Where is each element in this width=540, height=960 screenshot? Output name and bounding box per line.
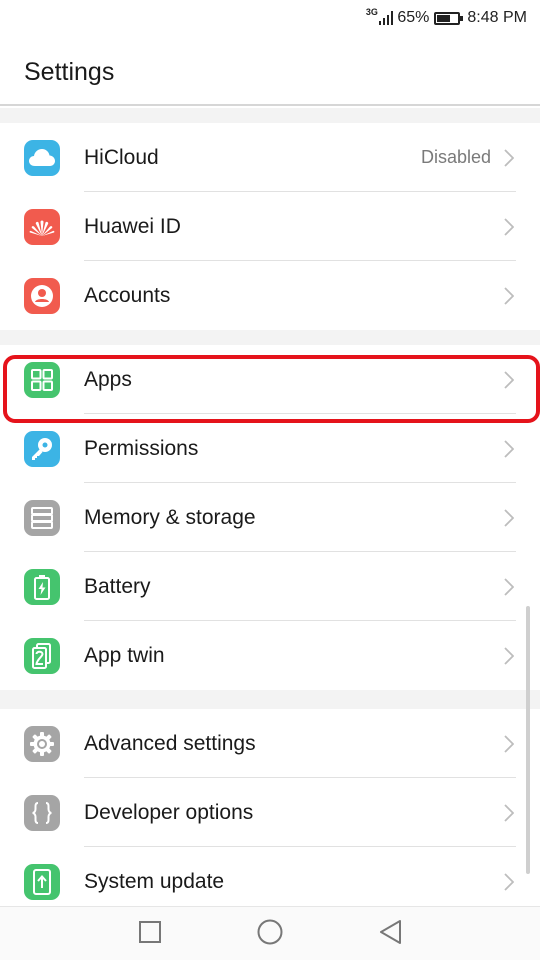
- scrollbar[interactable]: [526, 606, 530, 874]
- chevron-right-icon: [502, 803, 516, 823]
- recents-button[interactable]: [135, 919, 165, 949]
- settings-item-apps[interactable]: Apps: [0, 345, 540, 414]
- square-icon: [139, 920, 161, 948]
- chevron-right-icon: [502, 439, 516, 459]
- settings-item-label: App twin: [84, 643, 165, 667]
- triangle-back-icon: [378, 919, 402, 950]
- home-button[interactable]: [255, 919, 285, 949]
- chevron-right-icon: [502, 217, 516, 237]
- settings-item-app-twin[interactable]: App twin: [0, 621, 540, 690]
- clock: 8:48 PM: [467, 9, 527, 26]
- settings-item-hicloud[interactable]: HiCloud Disabled: [0, 123, 540, 192]
- status-battery-icon: [434, 11, 464, 25]
- settings-list[interactable]: HiCloud Disabled Huawei ID Accounts Apps…: [0, 108, 540, 906]
- back-button[interactable]: [375, 919, 405, 949]
- grid-apps-icon: [24, 361, 60, 398]
- signal-icon: [378, 11, 394, 25]
- status-bar: 3G 65% 8:48 PM: [0, 0, 540, 36]
- settings-item-label: Developer options: [84, 800, 254, 824]
- chevron-right-icon: [502, 577, 516, 597]
- settings-item-system-update[interactable]: System update: [0, 847, 540, 906]
- settings-item-label: Accounts: [84, 283, 171, 307]
- settings-item-accounts[interactable]: Accounts: [0, 261, 540, 330]
- battery-percent: 65%: [397, 9, 430, 26]
- group-spacer: [0, 330, 540, 345]
- app-twin-icon: [24, 637, 60, 674]
- gear-icon: [24, 725, 60, 762]
- braces-icon: [24, 794, 60, 831]
- title-bar: Settings: [0, 36, 540, 106]
- huawei-logo-icon: [24, 208, 60, 245]
- settings-item-huawei-id[interactable]: Huawei ID: [0, 192, 540, 261]
- settings-item-label: Permissions: [84, 436, 199, 460]
- chevron-right-icon: [502, 646, 516, 666]
- settings-item-value: Disabled: [420, 147, 491, 167]
- circle-icon: [257, 919, 283, 950]
- cloud-icon: [24, 139, 60, 176]
- storage-icon: [24, 499, 60, 536]
- settings-item-memory-storage[interactable]: Memory & storage: [0, 483, 540, 552]
- settings-item-label: Advanced settings: [84, 731, 256, 755]
- settings-item-label: Battery: [84, 574, 151, 598]
- navigation-bar: [0, 906, 540, 960]
- system-update-icon: [24, 863, 60, 900]
- chevron-right-icon: [502, 734, 516, 754]
- group-spacer: [0, 108, 540, 123]
- key-icon: [24, 430, 60, 467]
- battery-icon: [24, 568, 60, 605]
- settings-item-advanced-settings[interactable]: Advanced settings: [0, 709, 540, 778]
- network-type: 3G: [365, 7, 378, 17]
- settings-item-label: Apps: [84, 367, 132, 391]
- chevron-right-icon: [502, 148, 516, 168]
- settings-item-label: HiCloud: [84, 145, 159, 169]
- settings-item-battery[interactable]: Battery: [0, 552, 540, 621]
- settings-item-label: Memory & storage: [84, 505, 256, 529]
- settings-item-label: System update: [84, 869, 225, 893]
- settings-item-label: Huawei ID: [84, 214, 181, 238]
- chevron-right-icon: [502, 286, 516, 306]
- chevron-right-icon: [502, 370, 516, 390]
- chevron-right-icon: [502, 872, 516, 892]
- chevron-right-icon: [502, 508, 516, 528]
- page-title: Settings: [24, 58, 115, 86]
- settings-item-permissions[interactable]: Permissions: [0, 414, 540, 483]
- person-icon: [24, 277, 60, 314]
- group-spacer: [0, 690, 540, 709]
- settings-item-developer-options[interactable]: Developer options: [0, 778, 540, 847]
